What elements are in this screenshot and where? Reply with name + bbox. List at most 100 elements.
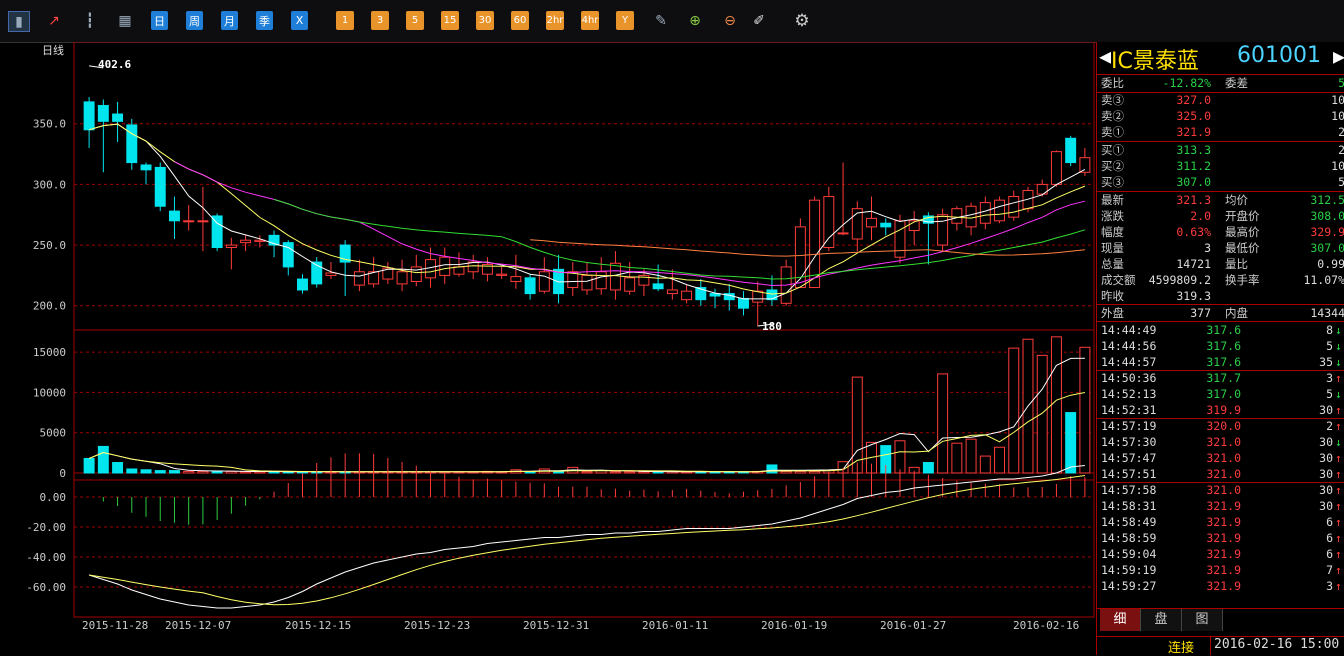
ask-price: 321.9: [1176, 125, 1211, 139]
tick-time: 14:59:04: [1101, 547, 1157, 561]
date-label: 2016-01-27: [880, 619, 946, 631]
volume-bar: [197, 470, 209, 474]
tick-price: 317.7: [1206, 371, 1241, 385]
interval-4hr-button[interactable]: 4hr: [581, 11, 599, 30]
tick-time: 14:58:49: [1101, 515, 1157, 529]
candle-body: [866, 217, 877, 228]
candle-body: [396, 271, 408, 285]
period-quarter-button[interactable]: 季: [256, 11, 273, 30]
bar-chart-icon[interactable]: ┇: [80, 11, 100, 30]
tick-price: 320.0: [1206, 419, 1241, 433]
interval-y-button[interactable]: Y: [616, 11, 634, 30]
ask-volume: 10: [1331, 93, 1344, 107]
bid-row: 买② 311.2 10: [1097, 158, 1344, 174]
interval-2hr-button[interactable]: 2hr: [546, 11, 564, 30]
line-chart-icon[interactable]: ↗: [44, 11, 64, 30]
weibi-value: -12.82%: [1162, 76, 1211, 90]
tick-time: 14:57:30: [1101, 435, 1157, 449]
draw-tool-icon[interactable]: ✐: [749, 11, 769, 30]
candle-body: [666, 289, 678, 295]
tick-price: 321.9: [1206, 515, 1241, 529]
tab-panel[interactable]: 盘: [1141, 609, 1182, 631]
tick-volume: 30: [1319, 403, 1333, 417]
interval-30-button[interactable]: 30: [476, 11, 494, 30]
status-datetime: 2016-02-16 15:00: [1214, 637, 1340, 652]
volume-bar: [951, 442, 963, 474]
tick-direction-icon: ↑: [1335, 579, 1342, 593]
tick-time: 14:58:59: [1101, 531, 1157, 545]
kline-chart[interactable]: 350.0 300.0 250.0 200.0 15000 10000 5000 0 0.00 -…: [0, 42, 1096, 631]
period-day-button[interactable]: 日: [151, 11, 168, 30]
tick-price: 321.0: [1206, 483, 1241, 497]
stat-row: 总量 14721 量比 0.99: [1097, 256, 1344, 272]
stat-row: 涨跌 2.0 开盘价 308.0: [1097, 208, 1344, 224]
macd-tick-label: -60.00: [26, 581, 66, 594]
tick-direction-icon: ↑: [1335, 403, 1342, 417]
bid-label: 买①: [1101, 143, 1124, 157]
tab-chart[interactable]: 图: [1182, 609, 1223, 631]
status-bar: 连接 2016-02-16 15:00: [1096, 636, 1344, 656]
date-label: 2015-12-07: [165, 619, 231, 631]
edit-chart-icon[interactable]: ✎: [651, 11, 671, 30]
stat-value: 312.5: [1310, 193, 1344, 207]
next-stock-arrow-icon[interactable]: ▶: [1333, 44, 1344, 68]
volume-bar: [168, 470, 180, 474]
ask-price: 327.0: [1176, 93, 1211, 107]
volume-bar: [922, 462, 934, 474]
ask-volume: 10: [1331, 109, 1344, 123]
stat-label: 现量: [1101, 241, 1124, 255]
tick-time: 14:52:13: [1101, 387, 1157, 401]
tick-price: 321.9: [1206, 579, 1241, 593]
period-month-button[interactable]: 月: [221, 11, 238, 30]
stat-row: 成交额 4599809.2 换手率 11.07%: [1097, 272, 1344, 288]
bid-row: 买① 313.3 2: [1097, 142, 1344, 158]
interval-1-button[interactable]: 1: [336, 11, 354, 30]
tick-row: 14:44:57 317.6 35 ↓: [1097, 354, 1344, 370]
tick-price: 319.9: [1206, 403, 1241, 417]
volume-bar: [851, 376, 863, 474]
stock-name: IC景泰蓝: [1111, 49, 1199, 74]
tick-volume: 3: [1326, 371, 1333, 385]
prev-stock-arrow-icon[interactable]: ◀: [1099, 44, 1111, 68]
date-label: 2015-11-28: [82, 619, 148, 631]
period-x-button[interactable]: X: [291, 11, 308, 30]
interval-3-button[interactable]: 3: [371, 11, 389, 30]
tab-detail[interactable]: 细: [1100, 609, 1141, 631]
candle-body: [609, 262, 621, 291]
volume-bar: [97, 445, 109, 474]
candle-body: [524, 277, 536, 295]
calendar-icon[interactable]: ▦: [115, 11, 135, 30]
stat-value: 319.3: [1176, 289, 1211, 303]
stat-value: 0.99: [1317, 257, 1344, 271]
volume-bar: [894, 440, 906, 474]
bid-volume: 2: [1338, 143, 1344, 157]
ask-label: 卖②: [1101, 109, 1124, 123]
candle-body: [297, 278, 308, 291]
zoom-in-icon[interactable]: ⊕: [685, 11, 705, 30]
candle-body: [1079, 157, 1091, 173]
zoom-out-icon[interactable]: ⊖: [720, 11, 740, 30]
volume-bar: [126, 468, 138, 474]
candle-body: [937, 214, 949, 246]
candle-body: [97, 105, 109, 122]
settings-gear-icon[interactable]: ⚙: [792, 11, 812, 31]
interval-5-button[interactable]: 5: [406, 11, 424, 30]
tick-direction-icon: ↓: [1335, 435, 1342, 449]
stat-label: 涨跌: [1101, 209, 1124, 223]
price-tick-label: 250.0: [33, 239, 66, 252]
tick-volume: 30: [1319, 483, 1333, 497]
tick-time: 14:58:31: [1101, 499, 1157, 513]
tick-time: 14:57:19: [1101, 419, 1157, 433]
tick-volume: 5: [1326, 339, 1333, 353]
interval-60-button[interactable]: 60: [511, 11, 529, 30]
tick-time: 14:57:47: [1101, 451, 1157, 465]
macd-tick-label: 0.00: [40, 491, 67, 504]
candlestick-chart-icon[interactable]: ▮: [8, 11, 30, 32]
interval-15-button[interactable]: 15: [441, 11, 459, 30]
candle-body: [894, 220, 906, 258]
tick-row: 14:52:31 319.9 30 ↑: [1097, 402, 1344, 418]
ask-row: 卖③ 327.0 10: [1097, 92, 1344, 108]
tick-direction-icon: ↓: [1335, 355, 1342, 369]
candle-body: [467, 261, 479, 273]
period-week-button[interactable]: 周: [186, 11, 203, 30]
